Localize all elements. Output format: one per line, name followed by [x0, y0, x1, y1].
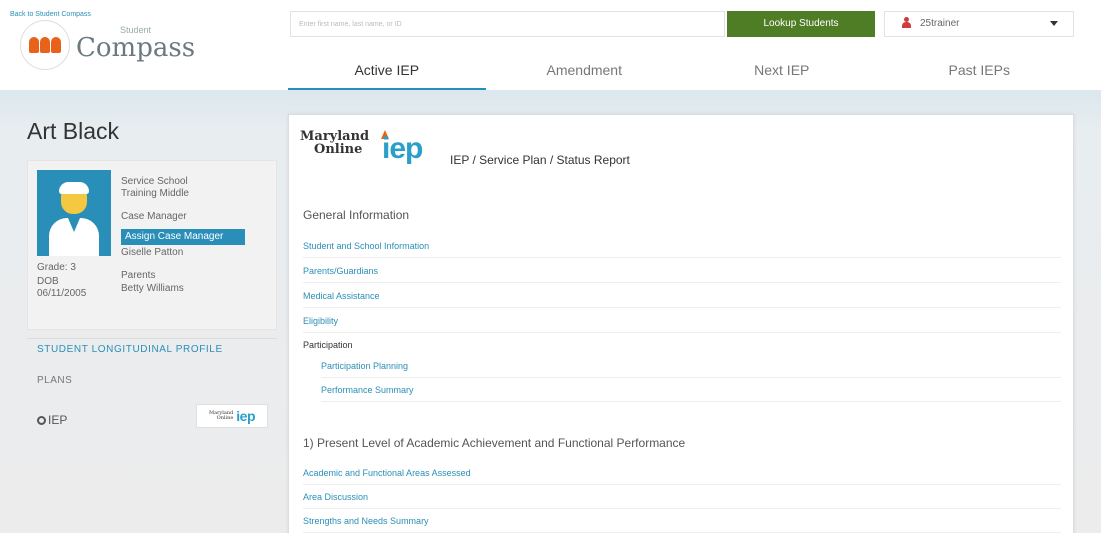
back-to-student-compass-link[interactable]: Back to Student Compass — [10, 11, 91, 18]
student-avatar — [37, 170, 111, 256]
section1-heading: 1) Present Level of Academic Achievement… — [303, 436, 686, 450]
link-participation-planning[interactable]: Participation Planning — [321, 354, 1061, 378]
service-school-value: Training Middle — [121, 188, 189, 199]
student-longitudinal-profile-link[interactable]: STUDENT LONGITUDINAL PROFILE — [37, 344, 223, 355]
link-parents-guardians[interactable]: Parents/Guardians — [303, 259, 1061, 283]
tab-next-iep[interactable]: Next IEP — [683, 58, 881, 90]
user-icon — [902, 17, 911, 29]
grade-value: Grade: 3 — [37, 262, 76, 273]
logo-badge-icon — [20, 20, 70, 70]
student-compass-logo[interactable]: Student Compass — [20, 20, 195, 70]
dob-value: 06/11/2005 — [37, 288, 87, 299]
lookup-students-button[interactable]: Lookup Students — [727, 11, 875, 37]
radio-selected-icon[interactable] — [37, 415, 46, 425]
student-search-input[interactable]: Enter first name, last name, or ID — [290, 11, 725, 37]
logo-student-text: Student — [120, 25, 152, 35]
logo-online-text: Online — [314, 142, 363, 157]
general-information-heading: General Information — [303, 208, 410, 222]
iep-plan-option[interactable]: IEP — [37, 413, 67, 427]
link-strengths-needs-summary[interactable]: Strengths and Needs Summary — [303, 509, 1061, 533]
logo-iep-text: iep — [382, 132, 423, 165]
tab-past-ieps[interactable]: Past IEPs — [881, 58, 1079, 90]
assign-case-manager-button[interactable]: Assign Case Manager — [121, 229, 245, 245]
user-menu[interactable] — [884, 11, 1074, 37]
plans-heading: PLANS — [37, 375, 73, 386]
iep-tabs: Active IEP Amendment Next IEP Past IEPs — [288, 58, 1078, 90]
tab-amendment[interactable]: Amendment — [486, 58, 684, 90]
chip-line2: Online — [216, 415, 234, 421]
chevron-down-icon[interactable] — [1050, 21, 1058, 26]
link-performance-summary[interactable]: Performance Summary — [321, 378, 1061, 402]
chip-iep-logo: iep — [236, 408, 256, 424]
chip-maryland-online-text: Maryland Online — [209, 411, 233, 421]
link-student-school-info[interactable]: Student and School Information — [303, 234, 1061, 258]
participation-heading: Participation — [303, 340, 353, 350]
maryland-online-logo: Maryland Online — [300, 130, 369, 156]
case-manager-value: Giselle Patton — [121, 247, 184, 258]
link-areas-assessed[interactable]: Academic and Functional Areas Assessed — [303, 461, 1061, 485]
iep-plan-label: IEP — [48, 413, 68, 427]
link-medical-assistance[interactable]: Medical Assistance — [303, 284, 1061, 308]
user-name: 25trainer — [920, 18, 960, 29]
parents-label: Parents — [121, 270, 156, 281]
logo-compass-text: Compass — [76, 33, 196, 63]
maryland-online-iep-chip[interactable]: Maryland Online iep — [196, 404, 268, 428]
student-name: Art Black — [27, 118, 120, 144]
case-manager-label: Case Manager — [121, 211, 187, 222]
dob-label: DOB — [37, 276, 59, 287]
app-header: Back to Student Compass Student Compass … — [0, 0, 1101, 90]
report-title: IEP / Service Plan / Status Report — [450, 153, 630, 167]
link-area-discussion[interactable]: Area Discussion — [303, 485, 1061, 509]
link-eligibility[interactable]: Eligibility — [303, 309, 1061, 333]
tab-active-iep[interactable]: Active IEP — [288, 58, 486, 90]
parents-value: Betty Williams — [121, 283, 184, 294]
service-school-label: Service School — [121, 176, 188, 187]
divider — [27, 338, 277, 339]
